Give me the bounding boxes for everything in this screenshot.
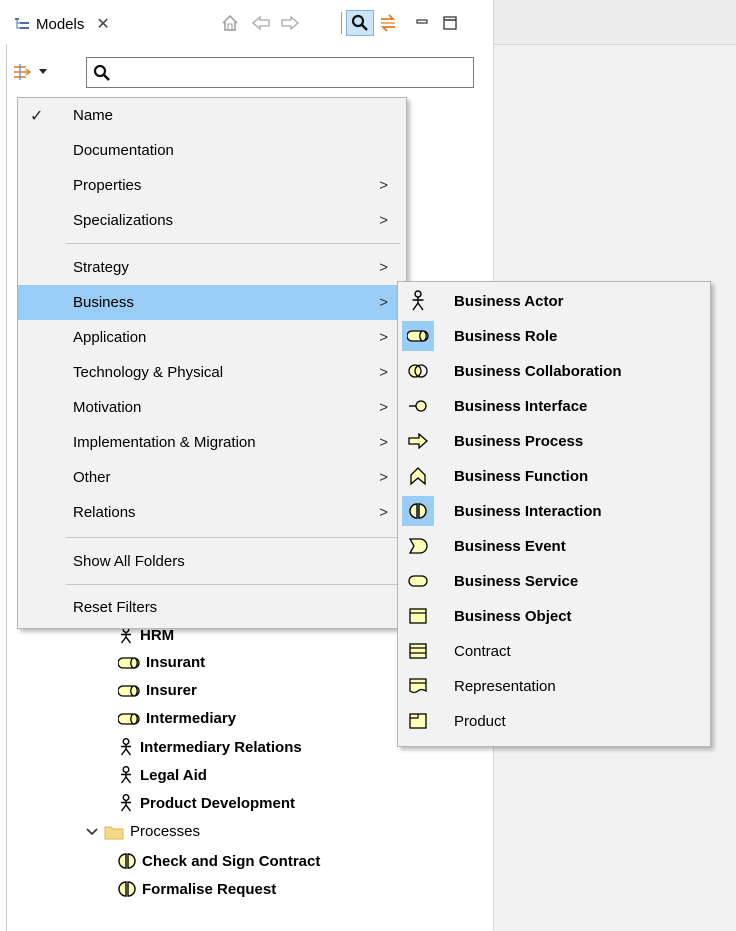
tree-folder-processes[interactable]: Processes <box>86 823 200 840</box>
business-actor-icon <box>118 794 134 812</box>
submenu-item-business-function[interactable]: Business Function <box>398 459 710 494</box>
menu-item-strategy[interactable]: Strategy > <box>18 250 406 285</box>
business-object-icon <box>402 601 434 631</box>
submenu-item-business-interaction[interactable]: Business Interaction <box>398 494 710 529</box>
menu-item-technology-physical[interactable]: Technology & Physical > <box>18 355 406 390</box>
close-tab-icon[interactable]: ✕ <box>96 14 109 34</box>
submenu-item-contract[interactable]: Contract <box>398 634 710 669</box>
tree-item[interactable]: Insurant <box>118 654 205 671</box>
business-collaboration-icon <box>402 356 434 386</box>
menu-item-documentation[interactable]: Documentation <box>18 133 406 168</box>
menu-item-relations[interactable]: Relations > <box>18 495 406 530</box>
submenu-item-business-interface[interactable]: Business Interface <box>398 389 710 424</box>
menu-item-name[interactable]: ✓ Name <box>18 98 406 133</box>
models-tab-label: Models <box>36 15 85 33</box>
menu-item-other[interactable]: Other > <box>18 460 406 495</box>
business-event-icon <box>402 531 434 561</box>
business-process-icon <box>402 426 434 456</box>
chevron-down-icon[interactable] <box>38 68 48 76</box>
business-submenu: Business Actor Business Role Business Co… <box>397 281 711 747</box>
business-role-icon <box>118 684 140 698</box>
product-icon <box>402 706 434 736</box>
check-icon: ✓ <box>30 107 44 125</box>
business-interaction-icon <box>402 496 434 526</box>
business-role-icon <box>118 712 140 726</box>
search-field-icon <box>93 64 111 82</box>
maximize-icon[interactable] <box>438 12 462 34</box>
tree-item[interactable]: Intermediary Relations <box>118 738 302 756</box>
submenu-item-business-process[interactable]: Business Process <box>398 424 710 459</box>
submenu-item-business-role[interactable]: Business Role <box>398 319 710 354</box>
forward-arrow-icon[interactable] <box>278 12 302 34</box>
link-editor-icon[interactable] <box>376 12 400 34</box>
business-function-icon <box>402 461 434 491</box>
menu-item-application[interactable]: Application > <box>18 320 406 355</box>
toolbar-separator <box>341 12 342 34</box>
models-tab-bar: Models ✕ <box>6 0 493 44</box>
business-interaction-icon <box>118 880 136 898</box>
submenu-arrow-icon: > <box>379 434 388 451</box>
submenu-arrow-icon: > <box>379 469 388 486</box>
menu-separator <box>66 584 400 585</box>
submenu-item-business-actor[interactable]: Business Actor <box>398 284 710 319</box>
contract-icon <box>402 636 434 666</box>
filter-menu: ✓ Name Documentation Properties > Specia… <box>17 97 407 629</box>
submenu-item-business-collaboration[interactable]: Business Collaboration <box>398 354 710 389</box>
tree-item[interactable]: Check and Sign Contract <box>118 852 320 870</box>
submenu-item-business-service[interactable]: Business Service <box>398 564 710 599</box>
submenu-arrow-icon: > <box>379 329 388 346</box>
tree-item[interactable]: Formalise Request <box>118 880 276 898</box>
representation-icon <box>402 671 434 701</box>
menu-separator <box>66 537 400 538</box>
submenu-arrow-icon: > <box>379 504 388 521</box>
minimize-icon[interactable] <box>410 12 434 34</box>
submenu-arrow-icon: > <box>379 212 388 229</box>
submenu-arrow-icon: > <box>379 364 388 381</box>
home-icon[interactable] <box>218 12 242 34</box>
tree-item[interactable]: Product Development <box>118 794 295 812</box>
menu-item-specializations[interactable]: Specializations > <box>18 203 406 238</box>
submenu-item-product[interactable]: Product <box>398 704 710 739</box>
menu-item-show-all-folders[interactable]: Show All Folders <box>18 544 406 579</box>
menu-item-business[interactable]: Business > <box>18 285 406 320</box>
search-field[interactable] <box>86 57 474 88</box>
model-tree-icon <box>14 16 30 32</box>
submenu-arrow-icon: > <box>379 399 388 416</box>
menu-separator <box>66 243 400 244</box>
menu-item-reset-filters[interactable]: Reset Filters <box>18 590 406 625</box>
filter-icon[interactable] <box>12 62 34 82</box>
business-actor-icon <box>402 286 434 316</box>
menu-item-implementation-migration[interactable]: Implementation & Migration > <box>18 425 406 460</box>
business-role-icon <box>118 656 140 670</box>
business-interaction-icon <box>118 852 136 870</box>
filter-toolbar <box>12 62 48 82</box>
models-tab[interactable]: Models ✕ <box>14 10 110 38</box>
submenu-item-business-object[interactable]: Business Object <box>398 599 710 634</box>
search-input[interactable] <box>117 63 473 82</box>
back-arrow-icon[interactable] <box>249 12 273 34</box>
business-interface-icon <box>402 391 434 421</box>
submenu-arrow-icon: > <box>379 294 388 311</box>
business-actor-icon <box>118 766 134 784</box>
business-service-icon <box>402 566 434 596</box>
business-role-icon <box>402 321 434 351</box>
chevron-down-icon[interactable] <box>86 827 98 837</box>
tree-item[interactable]: Intermediary <box>118 710 236 727</box>
tree-item[interactable]: Insurer <box>118 682 197 699</box>
submenu-arrow-icon: > <box>379 177 388 194</box>
search-icon[interactable] <box>346 10 374 36</box>
submenu-item-representation[interactable]: Representation <box>398 669 710 704</box>
submenu-item-business-event[interactable]: Business Event <box>398 529 710 564</box>
menu-item-motivation[interactable]: Motivation > <box>18 390 406 425</box>
left-edge <box>0 0 7 931</box>
tree-item[interactable]: Legal Aid <box>118 766 207 784</box>
business-actor-icon <box>118 738 134 756</box>
folder-icon <box>104 824 124 840</box>
menu-item-properties[interactable]: Properties > <box>18 168 406 203</box>
submenu-arrow-icon: > <box>379 259 388 276</box>
